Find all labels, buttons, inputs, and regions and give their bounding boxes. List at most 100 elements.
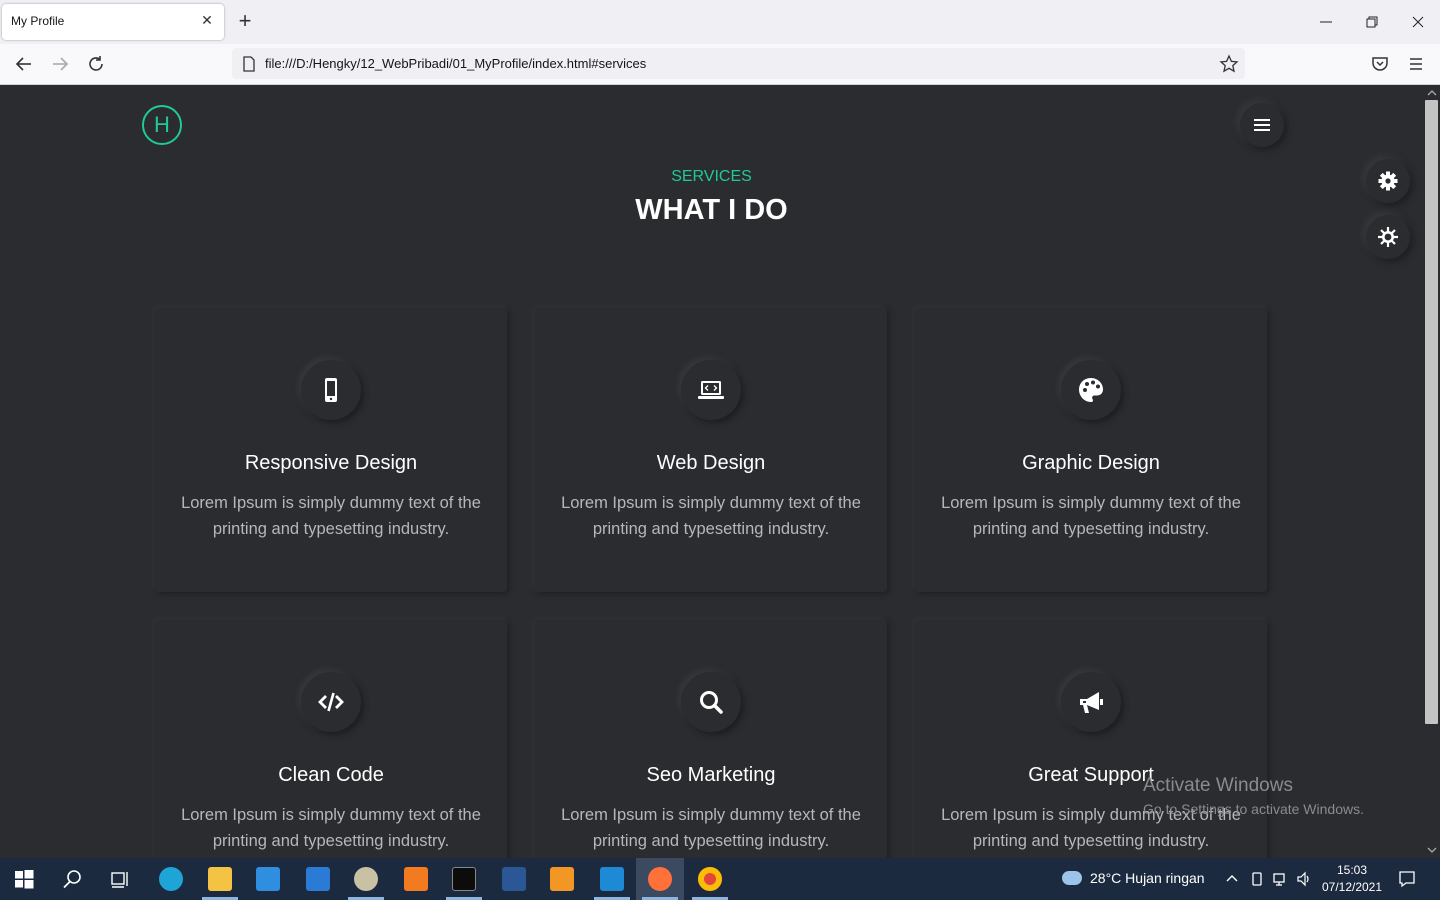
service-title: Graphic Design [1022,452,1160,474]
service-title: Clean Code [278,764,384,786]
minimize-icon[interactable] [1316,12,1336,32]
service-title: Responsive Design [244,452,418,474]
network-icon[interactable] [1273,871,1289,887]
xampp-icon [404,867,428,891]
service-text: Lorem Ipsum is simply dummy text of the … [941,494,1241,538]
edge-icon [159,867,183,891]
weather-text: 28°C Hujan ringan [1090,870,1205,886]
service-text: Lorem Ipsum is simply dummy text of the … [561,494,861,538]
bullhorn-icon [1080,692,1103,713]
weather-widget[interactable]: 28°C Hujan ringan [1062,870,1205,886]
taskbar-sublime[interactable] [538,858,586,900]
tray-device-icon[interactable] [1249,871,1265,887]
service-icon-circle [301,672,361,732]
service-icon-circle [1061,360,1121,420]
start-button[interactable] [0,858,48,900]
taskbar-search-button[interactable] [48,858,96,900]
tab-title: My Profile [11,14,65,28]
window-close-icon[interactable] [1408,12,1428,32]
taskbar-word[interactable] [490,858,538,900]
tab-close-icon[interactable]: ✕ [198,12,216,30]
url-text: file:///D:/Hengky/12_WebPribadi/01_MyPro… [265,56,647,71]
palette-icon [1079,378,1103,402]
reload-icon[interactable] [85,53,107,75]
cloud-rain-icon [1062,871,1082,885]
word-icon [502,867,526,891]
task-view-button[interactable] [96,858,144,900]
service-card: Clean Code Lorem Ipsum is simply dummy t… [155,620,507,858]
windows-taskbar: 28°C Hujan ringan 15:03 07/12/2021 [0,858,1440,900]
service-card: Seo Marketing Lorem Ipsum is simply dumm… [535,620,887,858]
app-menu-icon[interactable] [1405,53,1427,75]
taskbar-store[interactable] [244,858,292,900]
url-bar[interactable]: file:///D:/Hengky/12_WebPribadi/01_MyPro… [232,48,1245,79]
scroll-down-arrow-icon[interactable] [1427,846,1437,854]
folder-icon [208,867,232,891]
service-text: Lorem Ipsum is simply dummy text of the … [181,494,481,538]
page-viewport: H SERVICES WHAT I DO Responsive Design L… [0,86,1423,858]
taskbar-paint[interactable] [342,858,390,900]
clock-date: 07/12/2021 [1321,880,1383,894]
mobile-icon [325,378,337,402]
forward-arrow-icon[interactable] [49,53,71,75]
page-scrollbar[interactable] [1423,86,1440,858]
back-arrow-icon[interactable] [13,53,35,75]
paint-icon [354,867,378,891]
browser-nav-bar: file:///D:/Hengky/12_WebPribadi/01_MyPro… [0,44,1440,85]
task-view-icon [111,872,128,888]
firefox-icon [648,867,672,891]
service-title: Seo Marketing [646,764,776,786]
service-icon-circle [681,360,741,420]
search-icon [63,870,81,889]
service-text: Lorem Ipsum is simply dummy text of the … [181,806,481,850]
service-card: Graphic Design Lorem Ipsum is simply dum… [915,308,1267,592]
scroll-up-arrow-icon[interactable] [1427,89,1437,97]
taskbar-clock[interactable]: 15:03 07/12/2021 [1320,862,1384,896]
vscode-icon [600,867,624,891]
scroll-thumb[interactable] [1425,100,1438,724]
service-icon-circle [681,672,741,732]
restore-icon[interactable] [1362,12,1382,32]
service-card: Web Design Lorem Ipsum is simply dummy t… [535,308,887,592]
sublime-icon [550,867,574,891]
hamburger-line [1254,119,1270,121]
service-icon-circle [1061,672,1121,732]
taskbar-edge[interactable] [147,858,195,900]
service-text: Lorem Ipsum is simply dummy text of the … [561,806,861,850]
clock-time: 15:03 [1336,863,1368,877]
hamburger-menu-button[interactable] [1240,103,1284,147]
tray-chevron-up-icon[interactable] [1224,871,1240,887]
pocket-icon[interactable] [1369,53,1391,75]
store-icon [256,867,280,891]
site-logo[interactable]: H [142,105,182,145]
service-icon-circle [301,360,361,420]
taskbar-firefox[interactable] [636,858,684,900]
section-title: WHAT I DO [635,194,788,226]
chrome-icon [698,867,722,891]
volume-icon[interactable] [1296,871,1312,887]
hamburger-line [1254,124,1270,126]
terminal-icon [452,867,476,891]
taskbar-vscode[interactable] [588,858,636,900]
mail-icon [306,867,330,891]
new-tab-button[interactable]: + [234,10,256,34]
code-icon [318,692,344,712]
service-card: Responsive Design Lorem Ipsum is simply … [155,308,507,592]
taskbar-terminal[interactable] [440,858,488,900]
activate-windows-subtitle: Go to Settings to activate Windows. [1143,801,1364,817]
laptop-code-icon [698,381,724,399]
taskbar-file-explorer[interactable] [196,858,244,900]
section-subtitle: SERVICES [671,168,752,185]
service-title: Web Design [656,452,766,474]
sun-icon [1378,227,1398,247]
bookmark-star-icon[interactable] [1219,54,1239,74]
service-card: Great Support Lorem Ipsum is simply dumm… [915,620,1267,858]
windows-logo-icon [15,870,34,889]
notification-center-icon[interactable] [1398,870,1416,888]
hamburger-line [1254,129,1270,131]
taskbar-xampp[interactable] [392,858,440,900]
taskbar-chrome[interactable] [686,858,734,900]
taskbar-mail[interactable] [294,858,342,900]
search-icon [700,691,723,714]
browser-tab[interactable]: My Profile ✕ [2,4,224,40]
